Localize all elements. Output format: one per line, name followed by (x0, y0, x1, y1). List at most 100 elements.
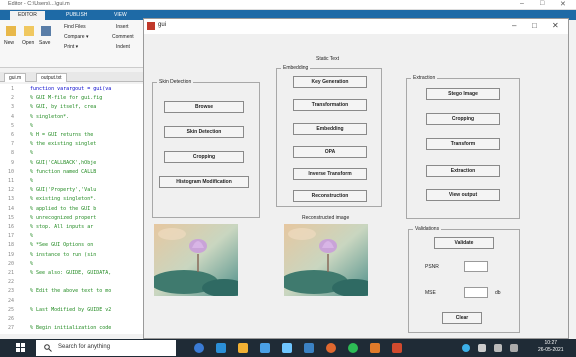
code-line[interactable]: 13 % existing singleton*. (0, 196, 143, 204)
transform-button[interactable]: Transform (426, 138, 500, 150)
code-line[interactable]: 8% (0, 150, 143, 158)
file-tab-output[interactable]: output.txt (36, 73, 67, 82)
extraction-button[interactable]: Extraction (426, 165, 500, 177)
file-tab-gui[interactable]: gui.m (4, 73, 27, 82)
code-line[interactable]: 19 % instance to run (sin (0, 252, 143, 260)
code-line[interactable]: 12 % GUI('Property','Valu (0, 187, 143, 195)
open-button[interactable]: Open (22, 40, 34, 46)
save-icon[interactable] (41, 26, 51, 36)
code-line[interactable]: 14 % applied to the GUI b (0, 206, 143, 214)
embedding-panel-label: Embedding (281, 65, 311, 71)
gui-title-bar: gui – □ ✕ (144, 19, 568, 34)
gui-close-button[interactable]: ✕ (552, 21, 559, 30)
print-button[interactable]: Print ▾ (64, 44, 78, 50)
code-line[interactable]: 6 % H = GUI returns the (0, 132, 143, 140)
reconstruction-button[interactable]: Reconstruction (293, 190, 367, 202)
indent-button[interactable]: Indent (116, 44, 130, 50)
code-text: % unrecognized propert (30, 214, 97, 221)
search-icon (44, 344, 52, 352)
code-line[interactable]: 10 % function named CALLB (0, 169, 143, 177)
line-number: 7 (10, 141, 14, 148)
code-line[interactable]: 25 % Last Modified by GUIDE v2 (0, 307, 143, 315)
psnr-field[interactable] (464, 261, 488, 272)
line-number: 2 (10, 95, 14, 102)
battery-icon[interactable] (494, 344, 502, 352)
code-line[interactable]: 24 (0, 298, 143, 306)
code-text: % (30, 260, 34, 267)
code-line[interactable]: 22 (0, 279, 143, 287)
new-button[interactable]: New (4, 40, 14, 46)
volume-icon[interactable] (478, 344, 486, 352)
code-line[interactable]: 21 % See also: GUIDE, GUIDATA, (0, 270, 143, 278)
compare-button[interactable]: Compare ▾ (64, 34, 88, 40)
editor-close-button[interactable]: ✕ (560, 0, 566, 8)
file-explorer-icon[interactable] (238, 343, 248, 353)
extraction-panel-label: Extraction (411, 75, 438, 81)
histogram-modification-button[interactable]: Histogram Modification (159, 176, 249, 188)
tab-publish[interactable]: PUBLISH (58, 11, 95, 20)
taskbar-search-box[interactable]: Search for anything (36, 340, 176, 356)
cropping-button[interactable]: Cropping (164, 151, 244, 163)
inverse-transform-button[interactable]: Inverse Transform (293, 168, 367, 180)
edge-icon[interactable] (216, 343, 226, 353)
save-button[interactable]: Save (39, 40, 50, 46)
code-line[interactable]: 18 % *See GUI Options on (0, 242, 143, 250)
store-icon[interactable] (260, 343, 270, 353)
mse-field[interactable] (464, 287, 488, 298)
firefox-icon[interactable] (326, 343, 336, 353)
new-file-icon[interactable] (6, 26, 16, 36)
opa-button[interactable]: OPA (293, 146, 367, 158)
embedding-button[interactable]: Embedding (293, 123, 367, 135)
browse-button[interactable]: Browse (164, 101, 244, 113)
key-generation-button[interactable]: Key Generation (293, 76, 367, 88)
clear-button[interactable]: Clear (442, 312, 482, 324)
line-number: 6 (10, 132, 14, 138)
code-line[interactable]: 3 % GUI, by itself, crea (0, 104, 143, 112)
gui-maximize-button[interactable]: □ (532, 21, 537, 30)
extraction-panel: Extraction Stego Image Cropping Transfor… (406, 75, 520, 219)
tab-view[interactable]: VIEW (106, 11, 135, 20)
network-icon[interactable] (462, 344, 470, 352)
comment-button[interactable]: Comment (112, 34, 134, 40)
code-line[interactable]: 27 % Begin initialization code (0, 325, 143, 333)
code-line[interactable]: 23 % Edit the above text to mo (0, 288, 143, 296)
mail-icon[interactable] (304, 343, 314, 353)
editor-minimize-button[interactable]: – (520, 0, 524, 7)
skin-detection-button[interactable]: Skin Detection (164, 126, 244, 138)
code-line[interactable]: 7 % the existing singlet (0, 141, 143, 149)
cortana-icon[interactable] (194, 343, 204, 353)
tab-editor[interactable]: EDITOR (10, 11, 45, 20)
open-folder-icon[interactable] (24, 26, 34, 36)
code-line[interactable]: 9 % GUI('CALLBACK',hObje (0, 160, 143, 168)
editor-maximize-button[interactable]: □ (540, 0, 544, 7)
code-line[interactable]: 1 function varargout = gui(va (0, 86, 143, 94)
validate-button[interactable]: Validate (434, 237, 494, 249)
transformation-button[interactable]: Transformation (293, 99, 367, 111)
chrome-icon[interactable] (348, 343, 358, 353)
insert-button[interactable]: Insert (116, 24, 129, 30)
app-icon[interactable] (282, 343, 292, 353)
stego-image-button[interactable]: Stego Image (426, 88, 500, 100)
code-text: % *See GUI Options on (30, 242, 94, 249)
code-area[interactable]: 1 function varargout = gui(va 2 % GUI M-fil… (0, 84, 143, 334)
matlab-figure-icon (147, 22, 155, 30)
view-output-button[interactable]: View output (426, 189, 500, 201)
code-line[interactable]: 4 % singleton*. (0, 114, 143, 122)
code-line[interactable]: 15 % unrecognized propert (0, 215, 143, 223)
tray-clock[interactable]: 10:27 26-05-2021 (538, 340, 564, 354)
code-line[interactable]: 17% (0, 233, 143, 241)
code-line[interactable]: 16 % stop. All inputs ar (0, 224, 143, 232)
code-line[interactable]: 20% (0, 261, 143, 269)
code-line[interactable]: 5% (0, 123, 143, 131)
find-files-button[interactable]: Find Files (64, 24, 86, 30)
code-line[interactable]: 2 % GUI M-file for gui.fig (0, 95, 143, 103)
matlab-figure-taskbar-icon[interactable] (392, 343, 402, 353)
language-icon[interactable] (510, 344, 518, 352)
code-line[interactable]: 26 (0, 316, 143, 324)
matlab-icon[interactable] (370, 343, 380, 353)
gui-minimize-button[interactable]: – (512, 21, 516, 30)
code-line[interactable]: 11% (0, 178, 143, 186)
extraction-cropping-button[interactable]: Cropping (426, 113, 500, 125)
line-number: 15 (7, 214, 14, 221)
windows-start-icon[interactable] (16, 343, 25, 352)
